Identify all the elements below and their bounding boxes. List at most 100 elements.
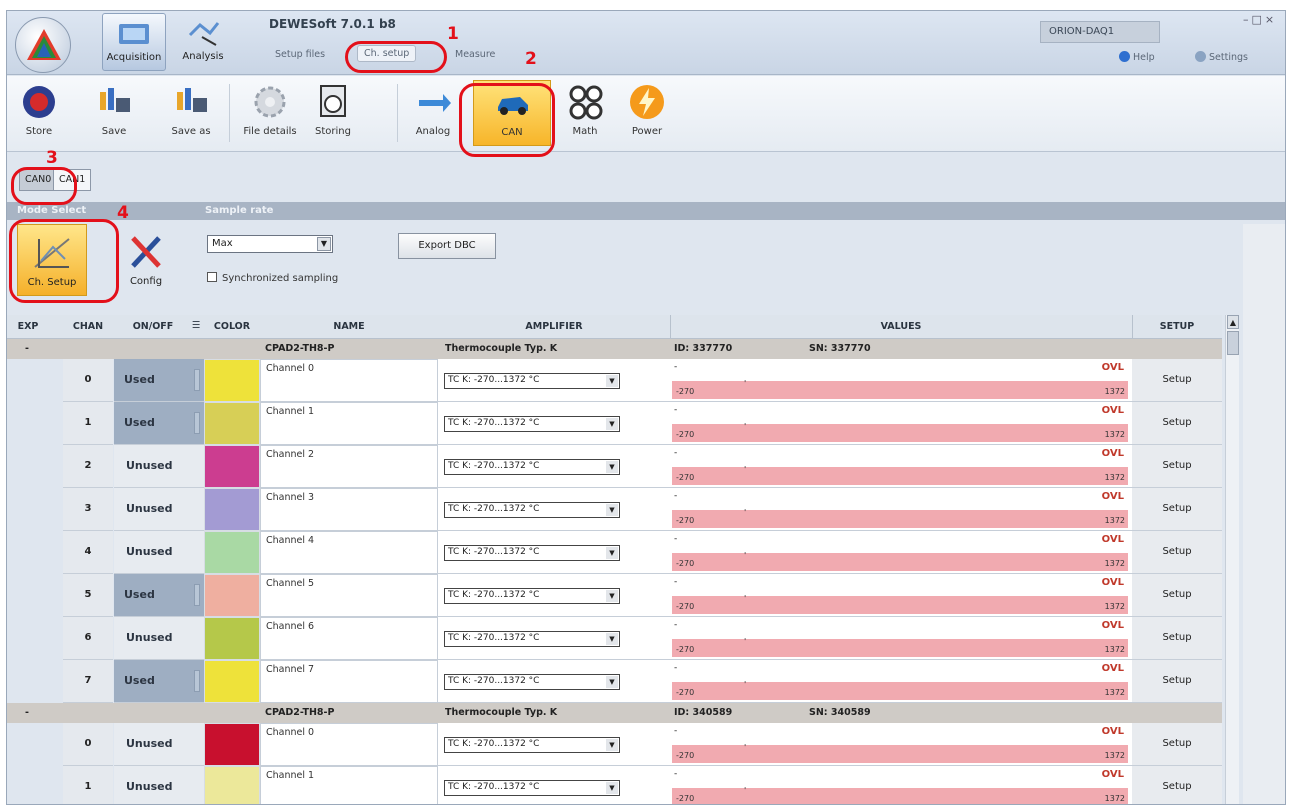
amplifier-range-select[interactable]: TC K: -270...1372 °C ▼ bbox=[444, 631, 620, 647]
settings-link[interactable]: Settings bbox=[1195, 51, 1248, 63]
collapse-toggle[interactable]: - bbox=[25, 707, 29, 718]
amplifier-range-select[interactable]: TC K: -270...1372 °C ▼ bbox=[444, 416, 620, 432]
color-swatch[interactable] bbox=[204, 723, 260, 766]
amplifier-range-select[interactable]: TC K: -270...1372 °C ▼ bbox=[444, 780, 620, 796]
color-swatch[interactable] bbox=[204, 574, 260, 617]
setup-button[interactable]: Setup bbox=[1132, 402, 1222, 445]
maximize-icon[interactable]: □ bbox=[1252, 13, 1265, 26]
save-button[interactable]: Save bbox=[91, 80, 137, 146]
onoff-toggle[interactable]: Unused bbox=[114, 488, 204, 531]
setup-button[interactable]: Setup bbox=[1132, 488, 1222, 531]
channel-name-field[interactable]: Channel 0 bbox=[260, 359, 438, 402]
toggle-handle[interactable] bbox=[194, 670, 200, 692]
dewesoft-logo-button[interactable] bbox=[15, 17, 71, 73]
save-as-button[interactable]: Save as bbox=[165, 80, 217, 146]
tab-analysis[interactable]: Analysis bbox=[171, 13, 235, 71]
color-swatch[interactable] bbox=[204, 445, 260, 488]
channel-name-field[interactable]: Channel 0 bbox=[260, 723, 438, 766]
config-mode-button[interactable]: Config bbox=[111, 224, 181, 296]
onoff-toggle[interactable]: Used bbox=[114, 660, 204, 703]
onoff-toggle[interactable]: Used bbox=[114, 359, 204, 402]
synchronized-sampling-checkbox[interactable]: Synchronized sampling bbox=[207, 272, 338, 284]
amplifier-range-select[interactable]: TC K: -270...1372 °C ▼ bbox=[444, 588, 620, 604]
storing-button[interactable]: Storing bbox=[305, 80, 361, 146]
module-group-row[interactable]: - CPAD2-TH8-P Thermocouple Typ. K ID: 34… bbox=[7, 703, 1222, 723]
tab-acquisition[interactable]: Acquisition bbox=[102, 13, 166, 71]
onoff-toggle[interactable]: Unused bbox=[114, 766, 204, 804]
analog-button[interactable]: Analog bbox=[405, 80, 461, 146]
setup-button[interactable]: Setup bbox=[1132, 445, 1222, 488]
checkbox-icon[interactable] bbox=[207, 272, 217, 282]
file-details-button[interactable]: File details bbox=[239, 80, 301, 146]
setup-button[interactable]: Setup bbox=[1132, 359, 1222, 402]
subtab-measure[interactable]: Measure bbox=[449, 47, 501, 62]
channel-name-field[interactable]: Channel 5 bbox=[260, 574, 438, 617]
channel-name-field[interactable]: Channel 3 bbox=[260, 488, 438, 531]
scroll-up-icon[interactable]: ▲ bbox=[1227, 315, 1239, 329]
onoff-toggle[interactable]: Unused bbox=[114, 723, 204, 766]
color-swatch[interactable] bbox=[204, 617, 260, 660]
color-swatch[interactable] bbox=[204, 402, 260, 445]
channel-name-field[interactable]: Channel 6 bbox=[260, 617, 438, 660]
help-link[interactable]: Help bbox=[1119, 51, 1155, 63]
onoff-toggle[interactable]: Used bbox=[114, 574, 204, 617]
amplifier-range-select[interactable]: TC K: -270...1372 °C ▼ bbox=[444, 545, 620, 561]
chevron-down-icon[interactable]: ▼ bbox=[606, 590, 618, 602]
setup-button[interactable]: Setup bbox=[1132, 660, 1222, 703]
minimize-icon[interactable]: – bbox=[1243, 13, 1252, 26]
sample-rate-select[interactable]: Max ▼ bbox=[207, 235, 333, 253]
color-swatch[interactable] bbox=[204, 766, 260, 804]
chevron-down-icon[interactable]: ▼ bbox=[606, 375, 618, 387]
range-max: 1372 bbox=[1104, 516, 1125, 525]
vertical-scrollbar[interactable]: ▲ bbox=[1225, 315, 1239, 804]
list-icon[interactable]: ☰ bbox=[191, 320, 201, 331]
module-group-row[interactable]: - CPAD2-TH8-P Thermocouple Typ. K ID: 33… bbox=[7, 339, 1222, 359]
chevron-down-icon[interactable]: ▼ bbox=[606, 461, 618, 473]
power-button[interactable]: Power bbox=[619, 80, 675, 146]
onoff-toggle[interactable]: Used bbox=[114, 402, 204, 445]
export-dbc-button[interactable]: Export DBC bbox=[398, 233, 496, 259]
amplifier-range-select[interactable]: TC K: -270...1372 °C ▼ bbox=[444, 502, 620, 518]
chevron-down-icon[interactable]: ▼ bbox=[606, 676, 618, 688]
channel-name-field[interactable]: Channel 1 bbox=[260, 766, 438, 804]
color-swatch[interactable] bbox=[204, 531, 260, 574]
setup-button[interactable]: Setup bbox=[1132, 531, 1222, 574]
setup-button[interactable]: Setup bbox=[1132, 723, 1222, 766]
collapse-toggle[interactable]: - bbox=[25, 343, 29, 354]
onoff-toggle[interactable]: Unused bbox=[114, 445, 204, 488]
toggle-handle[interactable] bbox=[194, 412, 200, 434]
amplifier-range-select[interactable]: TC K: -270...1372 °C ▼ bbox=[444, 737, 620, 753]
color-swatch[interactable] bbox=[204, 359, 260, 402]
close-icon[interactable]: × bbox=[1265, 13, 1277, 26]
setup-button[interactable]: Setup bbox=[1132, 617, 1222, 660]
color-swatch[interactable] bbox=[204, 488, 260, 531]
bar-marker: ' bbox=[744, 680, 747, 689]
setup-button[interactable]: Setup bbox=[1132, 766, 1222, 804]
toggle-handle[interactable] bbox=[194, 369, 200, 391]
channel-name-field[interactable]: Channel 2 bbox=[260, 445, 438, 488]
toolbar-divider bbox=[397, 84, 398, 142]
store-button[interactable]: Store bbox=[13, 80, 65, 146]
chevron-down-icon[interactable]: ▼ bbox=[606, 418, 618, 430]
chevron-down-icon[interactable]: ▼ bbox=[606, 633, 618, 645]
amplifier-range-select[interactable]: TC K: -270...1372 °C ▼ bbox=[444, 459, 620, 475]
subtab-setup-files[interactable]: Setup files bbox=[269, 47, 331, 62]
channel-name-field[interactable]: Channel 1 bbox=[260, 402, 438, 445]
channel-name-field[interactable]: Channel 7 bbox=[260, 660, 438, 703]
toggle-handle[interactable] bbox=[194, 584, 200, 606]
range-bar: ' -270 1372 bbox=[672, 743, 1128, 763]
scroll-thumb[interactable] bbox=[1227, 331, 1239, 355]
chevron-down-icon[interactable]: ▼ bbox=[606, 547, 618, 559]
chevron-down-icon[interactable]: ▼ bbox=[606, 782, 618, 794]
chevron-down-icon[interactable]: ▼ bbox=[317, 237, 331, 251]
onoff-toggle[interactable]: Unused bbox=[114, 617, 204, 660]
setup-button[interactable]: Setup bbox=[1132, 574, 1222, 617]
amplifier-range-select[interactable]: TC K: -270...1372 °C ▼ bbox=[444, 674, 620, 690]
chevron-down-icon[interactable]: ▼ bbox=[606, 739, 618, 751]
chevron-down-icon[interactable]: ▼ bbox=[606, 504, 618, 516]
color-swatch[interactable] bbox=[204, 660, 260, 703]
onoff-toggle[interactable]: Unused bbox=[114, 531, 204, 574]
channel-name-field[interactable]: Channel 4 bbox=[260, 531, 438, 574]
amplifier-range-select[interactable]: TC K: -270...1372 °C ▼ bbox=[444, 373, 620, 389]
math-button[interactable]: Math bbox=[557, 80, 613, 146]
